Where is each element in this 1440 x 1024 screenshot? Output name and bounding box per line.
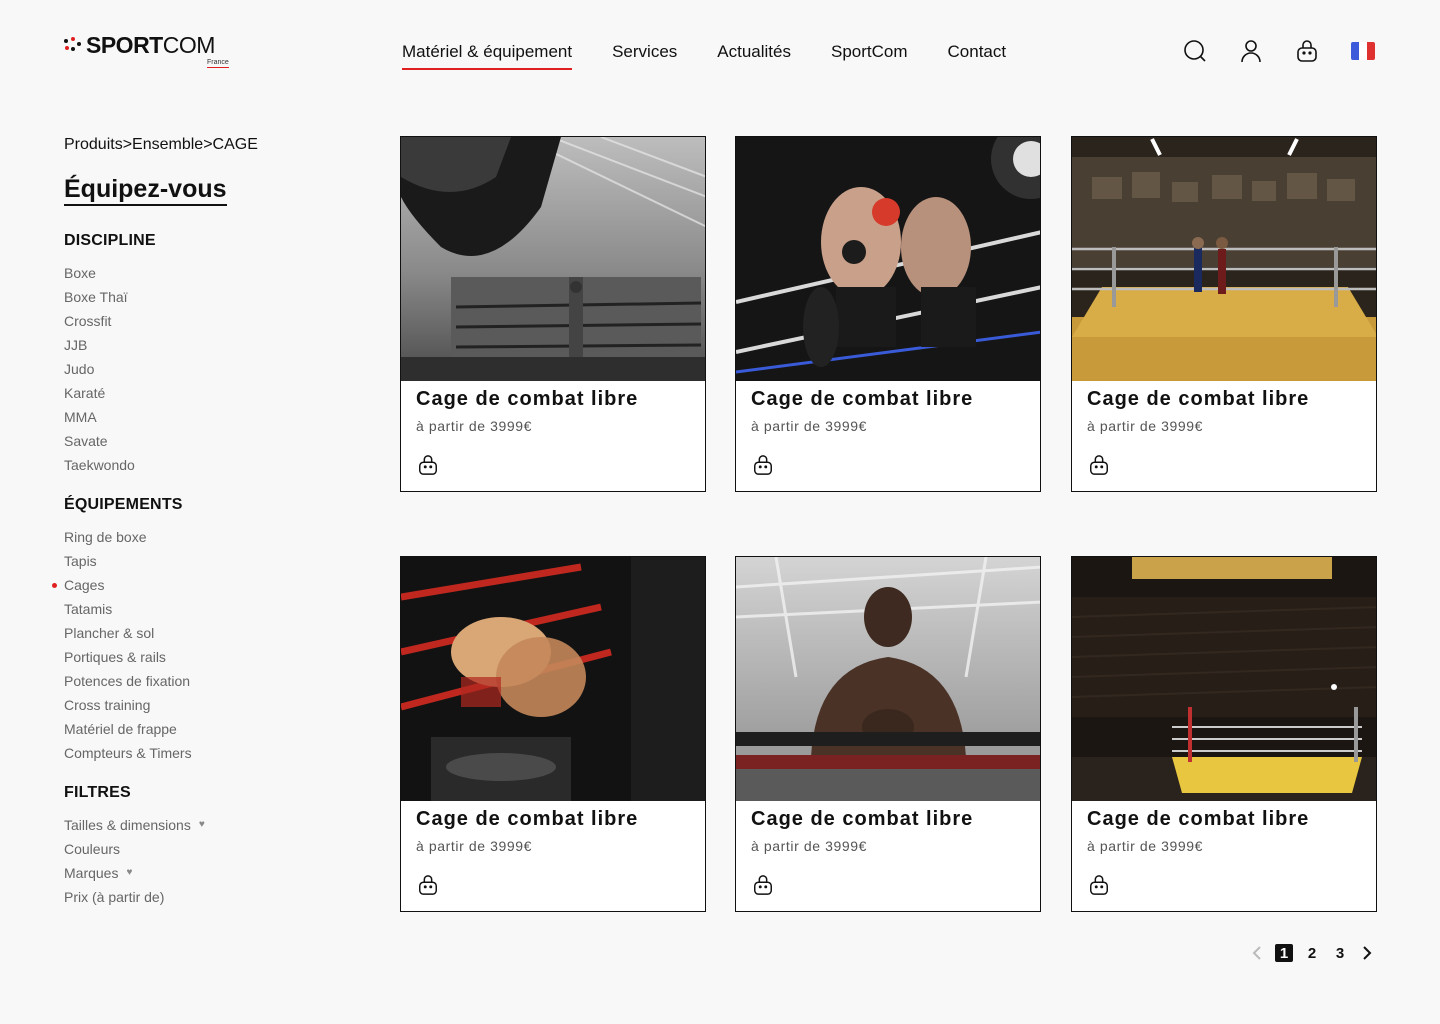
equipement-item[interactable]: Tatamis	[64, 597, 192, 621]
user-icon[interactable]	[1239, 38, 1263, 64]
add-to-cart-bag-icon[interactable]	[1088, 874, 1110, 896]
nav-item-materiel[interactable]: Matériel & équipement	[402, 40, 573, 70]
product-card[interactable]: Cage de combat libre à partir de 3999€	[400, 136, 706, 492]
product-name[interactable]: Cage de combat libre	[751, 388, 973, 411]
add-to-cart-bag-icon[interactable]	[752, 874, 774, 896]
product-card[interactable]: Cage de combat libre à partir de 3999€	[735, 136, 1041, 492]
discipline-item[interactable]: Boxe Thaï	[64, 285, 135, 309]
brand-name: SPORTCOM	[86, 32, 215, 58]
pagination: 1 2 3	[1249, 944, 1375, 962]
product-image[interactable]	[736, 557, 1040, 801]
chevron-down-icon: ♥	[126, 867, 133, 878]
main-nav: Matériel & équipement Services Actualité…	[402, 40, 1007, 70]
product-card[interactable]: Cage de combat libre à partir de 3999€	[1071, 556, 1377, 912]
add-to-cart-bag-icon[interactable]	[1088, 454, 1110, 476]
nav-item-contact[interactable]: Contact	[948, 40, 1007, 64]
page-button-1[interactable]: 1	[1275, 944, 1293, 962]
equipement-item[interactable]: Cross training	[64, 693, 192, 717]
filter-item-marques[interactable]: Marques ♥	[64, 861, 205, 885]
page-button-3[interactable]: 3	[1331, 944, 1349, 962]
equipement-item[interactable]: Plancher & sol	[64, 621, 192, 645]
product-name[interactable]: Cage de combat libre	[751, 808, 973, 831]
filter-label: Prix (à partir de)	[64, 889, 165, 905]
filter-item-tailles[interactable]: Tailles & dimensions ♥	[64, 813, 205, 837]
next-page-chevron-right-icon[interactable]	[1359, 944, 1375, 962]
product-price: à partir de 3999€	[416, 418, 533, 434]
discipline-item[interactable]: Savate	[64, 429, 135, 453]
add-to-cart-bag-icon[interactable]	[752, 454, 774, 476]
equipement-item[interactable]: Portiques & rails	[64, 645, 192, 669]
add-to-cart-bag-icon[interactable]	[417, 874, 439, 896]
brand-logo[interactable]: SPORTCOM France	[62, 32, 229, 68]
product-price: à partir de 3999€	[1087, 838, 1204, 854]
product-name[interactable]: Cage de combat libre	[1087, 808, 1309, 831]
bag-icon[interactable]	[1295, 38, 1319, 64]
discipline-item[interactable]: Taekwondo	[64, 453, 135, 477]
product-price: à partir de 3999€	[1087, 418, 1204, 434]
filter-item-prix[interactable]: Prix (à partir de)	[64, 885, 205, 909]
breadcrumb[interactable]: Produits>Ensemble>CAGE	[64, 136, 258, 154]
discipline-item[interactable]: Boxe	[64, 261, 135, 285]
product-price: à partir de 3999€	[751, 418, 868, 434]
brand-sub: France	[207, 59, 229, 68]
discipline-item[interactable]: Crossfit	[64, 309, 135, 333]
product-card[interactable]: Cage de combat libre à partir de 3999€	[400, 556, 706, 912]
product-name[interactable]: Cage de combat libre	[1087, 388, 1309, 411]
discipline-item[interactable]: MMA	[64, 405, 135, 429]
filter-label: Marques	[64, 865, 119, 881]
nav-item-sportcom[interactable]: SportCom	[831, 40, 908, 64]
prev-page-chevron-left-icon[interactable]	[1249, 944, 1265, 962]
discipline-title: DISCIPLINE	[64, 232, 156, 249]
logo-mark-icon	[62, 37, 86, 57]
filter-label: Tailles & dimensions	[64, 817, 191, 833]
chevron-down-icon: ♥	[198, 819, 205, 830]
filtres-title: FILTRES	[64, 784, 131, 801]
filtres-list: Tailles & dimensions ♥ Couleurs Marques ♥ …	[64, 813, 205, 909]
product-image[interactable]	[401, 557, 705, 801]
flag-fr-icon[interactable]	[1351, 42, 1375, 60]
product-price: à partir de 3999€	[416, 838, 533, 854]
page-button-2[interactable]: 2	[1303, 944, 1321, 962]
discipline-item[interactable]: JJB	[64, 333, 135, 357]
product-image[interactable]	[401, 137, 705, 381]
discipline-list: Boxe Boxe Thaï Crossfit JJB Judo Karaté …	[64, 261, 135, 477]
product-image[interactable]	[736, 137, 1040, 381]
equipement-item[interactable]: Ring de boxe	[64, 525, 192, 549]
product-card[interactable]: Cage de combat libre à partir de 3999€	[1071, 136, 1377, 492]
product-image[interactable]	[1072, 557, 1376, 801]
header-actions	[1183, 38, 1375, 64]
equipements-title: ÉQUIPEMENTS	[64, 496, 183, 513]
equipement-item[interactable]: Compteurs & Timers	[64, 741, 192, 765]
product-name[interactable]: Cage de combat libre	[416, 808, 638, 831]
equipement-item[interactable]: Matériel de frappe	[64, 717, 192, 741]
page-title: Équipez-vous	[64, 175, 227, 206]
product-price: à partir de 3999€	[751, 838, 868, 854]
product-image[interactable]	[1072, 137, 1376, 381]
product-card[interactable]: Cage de combat libre à partir de 3999€	[735, 556, 1041, 912]
filter-label: Couleurs	[64, 841, 121, 857]
discipline-item[interactable]: Judo	[64, 357, 135, 381]
search-icon[interactable]	[1183, 38, 1207, 64]
nav-item-actualites[interactable]: Actualités	[717, 40, 791, 64]
equipement-item-active[interactable]: Cages	[52, 573, 192, 597]
filter-item-couleurs[interactable]: Couleurs	[64, 837, 205, 861]
add-to-cart-bag-icon[interactable]	[417, 454, 439, 476]
product-name[interactable]: Cage de combat libre	[416, 388, 638, 411]
equipements-list: Ring de boxe Tapis Cages Tatamis Planche…	[52, 525, 192, 765]
equipement-item[interactable]: Potences de fixation	[64, 669, 192, 693]
nav-item-services[interactable]: Services	[612, 40, 677, 64]
discipline-item[interactable]: Karaté	[64, 381, 135, 405]
equipement-item[interactable]: Tapis	[64, 549, 192, 573]
